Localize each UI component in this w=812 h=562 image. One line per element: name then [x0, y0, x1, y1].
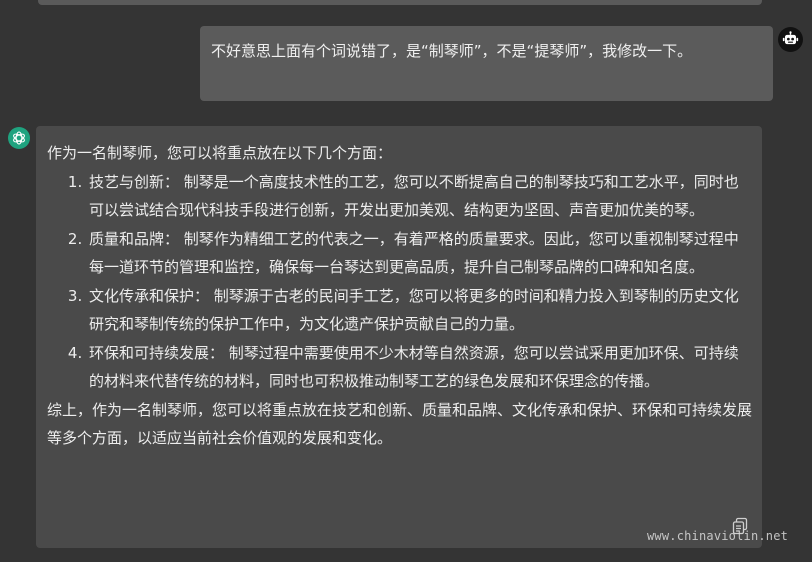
robot-icon: [782, 31, 799, 45]
openai-logo-icon: [13, 131, 25, 145]
assistant-message: 作为一名制琴师，您可以将重点放在以下几个方面： 技艺与创新： 制琴是一个高度技术…: [36, 126, 762, 548]
previous-message-bubble: [38, 0, 762, 5]
list-item: 文化传承和保护： 制琴源于古老的民间手工艺，您可以将更多的时间和精力投入到琴制的…: [87, 282, 752, 339]
user-message: 不好意思上面有个词说错了，是“制琴师”，不是“提琴师”，我修改一下。: [200, 26, 773, 101]
list-item: 质量和品牌： 制琴作为精细工艺的代表之一，有着严格的质量要求。因此，您可以重视制…: [87, 225, 752, 282]
user-message-text: 不好意思上面有个词说错了，是“制琴师”，不是“提琴师”，我修改一下。: [211, 42, 693, 60]
list-item: 环保和可持续发展： 制琴过程中需要使用不少木材等自然资源，您可以尝试采用更加环保…: [87, 339, 752, 396]
watermark: www.chinaviolin.net: [647, 529, 789, 543]
assistant-conclusion: 综上，作为一名制琴师，您可以将重点放在技艺和创新、质量和品牌、文化传承和保护、环…: [47, 400, 753, 448]
user-avatar: [778, 27, 803, 52]
assistant-intro: 作为一名制琴师，您可以将重点放在以下几个方面：: [47, 144, 393, 162]
assistant-avatar: [8, 127, 30, 149]
assistant-list: 技艺与创新： 制琴是一个高度技术性的工艺，您可以不断提高自己的制琴技巧和工艺水平…: [47, 168, 752, 396]
list-item: 技艺与创新： 制琴是一个高度技术性的工艺，您可以不断提高自己的制琴技巧和工艺水平…: [87, 168, 752, 225]
